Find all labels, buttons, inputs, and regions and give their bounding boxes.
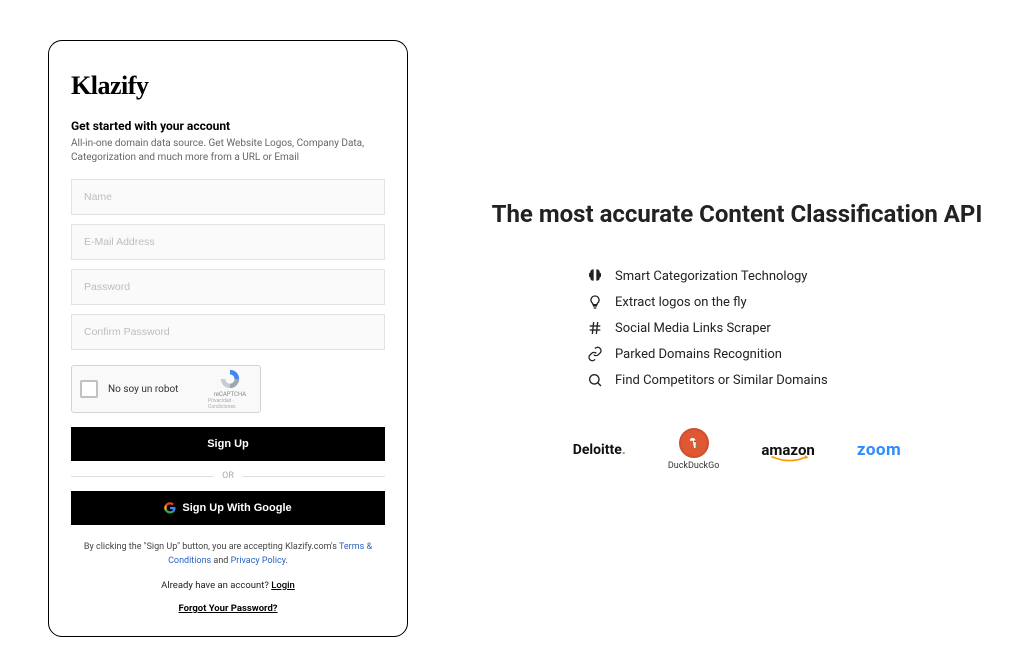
feature-item: Find Competitors or Similar Domains: [587, 372, 887, 388]
legal-prefix: By clicking the "Sign Up" button, you ar…: [84, 542, 339, 552]
email-input[interactable]: [71, 224, 385, 260]
brand-zoom: zoom: [857, 440, 901, 460]
recaptcha-label: No soy un robot: [108, 384, 208, 395]
recaptcha-checkbox[interactable]: [80, 380, 98, 398]
brand-deloitte: Deloitte.: [573, 442, 626, 458]
recaptcha-icon: [219, 368, 241, 390]
features-list: Smart Categorization Technology Extract …: [587, 268, 887, 388]
left-panel: Klazify Get started with your account Al…: [0, 0, 440, 661]
feature-label: Find Competitors or Similar Domains: [615, 373, 828, 388]
signup-button[interactable]: Sign Up: [71, 427, 385, 461]
legal-text: By clicking the "Sign Up" button, you ar…: [71, 541, 385, 568]
feature-label: Smart Categorization Technology: [615, 269, 807, 284]
brand-duckduckgo: DuckDuckGo: [668, 428, 720, 471]
or-text: OR: [214, 471, 242, 481]
login-prompt: Already have an account? Login: [71, 580, 385, 591]
legal-suffix: .: [286, 556, 288, 566]
brand-duckduckgo-text: DuckDuckGo: [668, 461, 720, 471]
feature-label: Extract logos on the fly: [615, 295, 747, 310]
right-panel: The most accurate Content Classification…: [440, 0, 1024, 661]
feature-item: Social Media Links Scraper: [587, 320, 887, 336]
confirm-password-input[interactable]: [71, 314, 385, 350]
recaptcha-brand-text: reCAPTCHA: [214, 391, 246, 398]
brand-logo: Klazify: [71, 71, 385, 101]
amazon-smile-icon: [769, 455, 811, 463]
hero-title: The most accurate Content Classification…: [480, 200, 994, 228]
recaptcha-branding: reCAPTCHA Privacidad - Condiciones: [208, 368, 252, 410]
or-divider: OR: [71, 471, 385, 481]
duckduckgo-icon: [679, 428, 709, 458]
password-input[interactable]: [71, 269, 385, 305]
login-prefix: Already have an account?: [161, 580, 271, 591]
google-signup-button[interactable]: Sign Up With Google: [71, 491, 385, 525]
brand-deloitte-text: Deloitte: [573, 442, 622, 458]
signup-card: Klazify Get started with your account Al…: [48, 40, 408, 637]
feature-item: Parked Domains Recognition: [587, 346, 887, 362]
feature-label: Parked Domains Recognition: [615, 347, 782, 362]
brand-logos: Deloitte. DuckDuckGo amazon zoom: [480, 428, 994, 471]
forgot-password-link[interactable]: Forgot Your Password?: [71, 603, 385, 614]
name-input[interactable]: [71, 179, 385, 215]
google-icon: [164, 502, 176, 514]
recaptcha-widget[interactable]: No soy un robot reCAPTCHA Privacidad - C…: [71, 365, 261, 413]
bulb-icon: [587, 294, 603, 310]
hash-icon: [587, 320, 603, 336]
brand-amazon: amazon: [761, 441, 814, 459]
feature-item: Smart Categorization Technology: [587, 268, 887, 284]
link-icon: [587, 346, 603, 362]
search-icon: [587, 372, 603, 388]
recaptcha-sub-text: Privacidad - Condiciones: [208, 398, 252, 410]
google-button-label: Sign Up With Google: [182, 502, 291, 514]
feature-item: Extract logos on the fly: [587, 294, 887, 310]
signup-subheading: All-in-one domain data source. Get Websi…: [71, 137, 385, 165]
feature-label: Social Media Links Scraper: [615, 321, 771, 336]
signup-heading: Get started with your account: [71, 119, 385, 133]
privacy-link[interactable]: Privacy Policy: [231, 556, 286, 566]
legal-and: and: [211, 556, 230, 566]
brain-icon: [587, 268, 603, 284]
login-link[interactable]: Login: [271, 580, 295, 591]
